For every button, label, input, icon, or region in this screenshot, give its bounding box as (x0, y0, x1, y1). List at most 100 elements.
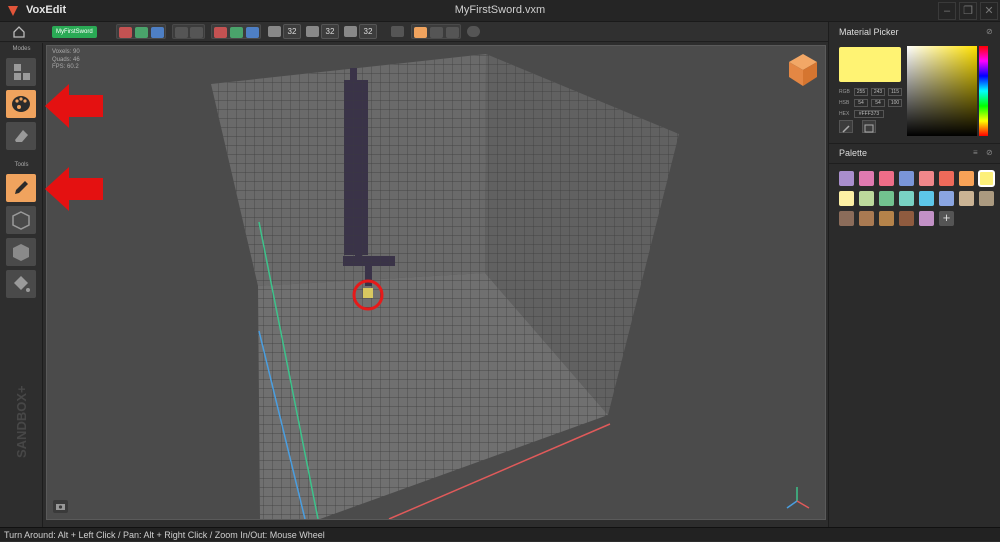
palette-swatch[interactable] (839, 191, 854, 206)
camera-icon (56, 504, 65, 510)
palette-swatch[interactable] (959, 171, 974, 186)
palette-swatch[interactable] (959, 191, 974, 206)
settings-icon[interactable] (467, 26, 480, 37)
blue-cube-icon[interactable] (246, 27, 259, 38)
saturation-brightness-picker[interactable] (907, 46, 977, 136)
xray-view-button[interactable] (446, 27, 459, 38)
scale-tool-button[interactable] (151, 27, 164, 38)
add-model-button[interactable] (190, 27, 203, 38)
palette-swatch[interactable] (899, 191, 914, 206)
view-mode-group (411, 24, 461, 39)
face-tool-button[interactable] (6, 238, 36, 266)
rgb-r-field[interactable]: 255 (854, 88, 868, 96)
palette-swatch[interactable] (859, 191, 874, 206)
cube-y-icon (306, 26, 319, 37)
dimension-x-field[interactable]: 32 (283, 24, 301, 39)
model-mode-button[interactable] (6, 58, 36, 86)
palette-swatch[interactable] (978, 170, 995, 187)
palette-swatch[interactable] (899, 211, 914, 226)
palette-swatch[interactable] (859, 171, 874, 186)
palette-swatch[interactable] (979, 191, 994, 206)
hsb-s-field[interactable]: 54 (871, 99, 885, 107)
material-picker-title: Material Picker (839, 27, 899, 37)
sandbox-logo: SANDBOX+ (0, 353, 43, 473)
eyedropper-button[interactable] (839, 120, 853, 133)
palette-swatch[interactable] (919, 171, 934, 186)
eyedropper-icon (842, 125, 850, 133)
cube-x-icon (268, 26, 281, 37)
project-badge[interactable]: MyFirstSword (52, 26, 97, 38)
palette-swatch[interactable] (919, 191, 934, 206)
dimension-z-field[interactable]: 32 (359, 24, 377, 39)
box-tool-button[interactable] (6, 206, 36, 234)
axis-gizmo-icon (786, 487, 810, 509)
palette-swatch[interactable] (879, 211, 894, 226)
current-color-swatch (839, 47, 901, 82)
cube-z-icon (344, 26, 357, 37)
palette-swatch[interactable] (939, 191, 954, 206)
hex-field[interactable]: #FFF373 (854, 110, 884, 118)
fps-readout: FPS: 60.2 (52, 64, 79, 70)
palette-swatch[interactable] (879, 171, 894, 186)
hue-slider[interactable] (979, 46, 988, 136)
save-color-button[interactable] (862, 120, 876, 133)
palette-icon (12, 96, 30, 112)
palette-swatch[interactable] (839, 171, 854, 186)
paint-bucket-icon (14, 276, 30, 292)
screenshot-camera-button[interactable] (53, 500, 68, 513)
frame-icon[interactable] (391, 26, 404, 37)
view-cube-icon[interactable] (789, 54, 817, 86)
palette-swatch[interactable] (919, 211, 934, 226)
home-icon[interactable] (12, 25, 26, 39)
dimension-y-field[interactable]: 32 (321, 24, 339, 39)
transform-tool-group (116, 24, 166, 39)
add-group-button[interactable] (175, 27, 188, 38)
title-bar: VoxEdit MyFirstSword.vxm – ❐ ✕ (0, 0, 1000, 22)
hex-label: HEX (839, 111, 850, 117)
paint-mode-button[interactable] (6, 90, 36, 118)
erase-mode-button[interactable] (6, 122, 36, 150)
rgb-g-field[interactable]: 243 (871, 88, 885, 96)
right-panel: Material Picker ⊘ RGB 255 243 115 HSB 54… (828, 22, 1000, 527)
voxel-node-group (211, 24, 261, 39)
palette-swatch[interactable] (899, 171, 914, 186)
red-cube-icon[interactable] (214, 27, 227, 38)
pin-icon[interactable]: ⊘ (986, 148, 993, 157)
restore-button[interactable]: ❐ (959, 2, 977, 20)
palette-swatch[interactable] (839, 211, 854, 226)
palette-swatch[interactable] (879, 191, 894, 206)
palette-menu-icon[interactable]: ≡ (973, 148, 978, 157)
rgb-label: RGB (839, 89, 850, 95)
viewport-stats: Voxels: 90 Quads: 46 FPS: 60.2 (52, 49, 80, 72)
status-bar: Turn Around: Alt + Left Click / Pan: Alt… (0, 527, 1000, 541)
hsb-b-field[interactable]: 100 (888, 99, 902, 107)
palette-swatch[interactable] (939, 171, 954, 186)
add-swatch-button[interactable]: + (939, 211, 954, 226)
add-node-group (172, 24, 205, 39)
svg-text:SANDBOX+: SANDBOX+ (14, 385, 29, 458)
fill-tool-button[interactable] (6, 270, 36, 298)
hsb-label: HSB (839, 100, 850, 106)
solid-view-button[interactable] (414, 27, 427, 38)
pin-icon[interactable]: ⊘ (986, 27, 993, 36)
move-tool-button[interactable] (119, 27, 132, 38)
minimize-button[interactable]: – (938, 2, 956, 20)
save-icon (864, 124, 874, 133)
quad-count: Quads: 46 (52, 56, 80, 63)
cube-icon (12, 211, 30, 230)
rgb-b-field[interactable]: 115 (888, 88, 902, 96)
green-cube-icon[interactable] (230, 27, 243, 38)
voxel-count: Voxels: 90 (52, 49, 80, 55)
rotate-tool-button[interactable] (135, 27, 148, 38)
close-button[interactable]: ✕ (980, 2, 998, 20)
modes-label: Modes (12, 46, 31, 52)
palette-swatch[interactable] (859, 211, 874, 226)
wire-view-button[interactable] (430, 27, 443, 38)
hsb-h-field[interactable]: 54 (854, 99, 868, 107)
eraser-icon (15, 130, 28, 142)
tools-label: Tools (14, 162, 29, 168)
pencil-tool-button[interactable] (6, 174, 36, 202)
pencil-icon (15, 181, 28, 194)
3d-viewport[interactable] (46, 45, 826, 520)
left-tool-panel: Modes Tools SANDBOX+ (0, 43, 43, 527)
